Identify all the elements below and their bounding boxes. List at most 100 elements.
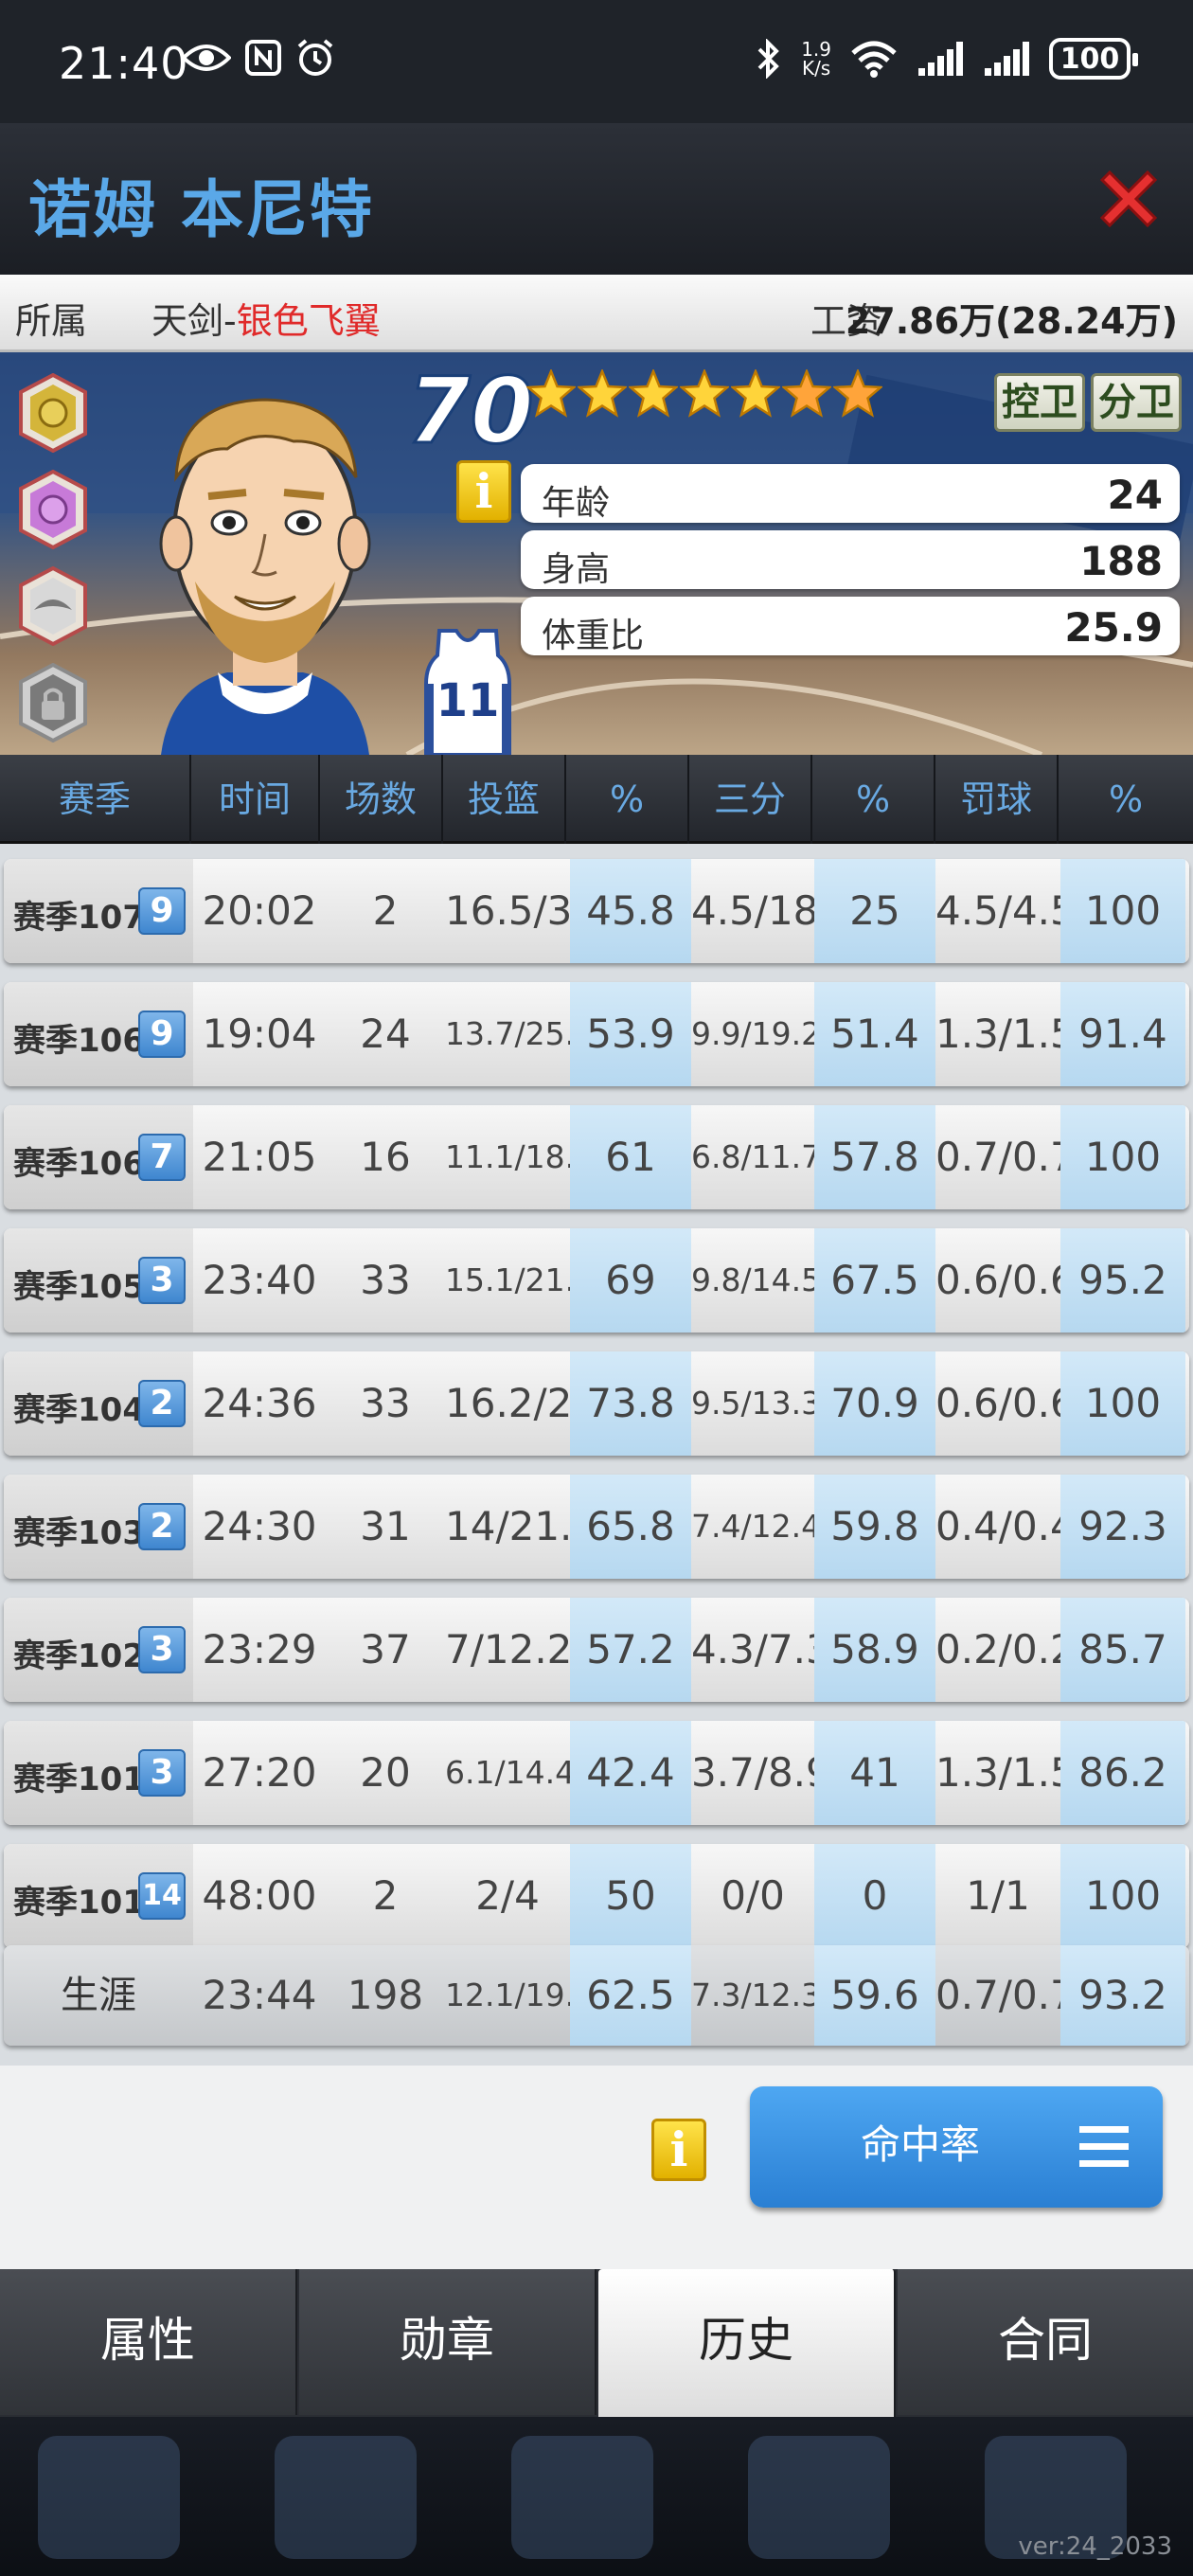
season-label: 赛季101 bbox=[13, 1761, 145, 1798]
star-icon bbox=[526, 369, 576, 418]
season-label: 赛季103 bbox=[13, 1514, 145, 1552]
cell-ft-pct: 85.7 bbox=[1078, 1626, 1167, 1673]
cell-time: 27:20 bbox=[202, 1749, 317, 1796]
jersey-number: 11 bbox=[436, 674, 500, 727]
cell-fg: 2/4 bbox=[475, 1872, 540, 1919]
season-number-badge: 14 bbox=[138, 1872, 186, 1920]
star-icon bbox=[782, 369, 831, 418]
tab-attributes[interactable]: 属性 bbox=[0, 2269, 297, 2415]
table-row[interactable]: 赛季105 3 23:40 33 15.1/21.9 69 9.8/14.5 67.5 0.6/… bbox=[4, 1228, 1189, 1333]
info-icon: i bbox=[474, 463, 493, 519]
cell-fg-pct: 50 bbox=[605, 1872, 656, 1919]
alarm-icon bbox=[295, 38, 335, 78]
cell-time: 23:44 bbox=[202, 1972, 317, 2018]
cell-time: 20:02 bbox=[202, 887, 317, 934]
tab-badges[interactable]: 勋章 bbox=[299, 2269, 596, 2415]
cell-three: 7.4/12.4 bbox=[691, 1508, 822, 1545]
cell-time: 19:04 bbox=[202, 1011, 317, 1057]
table-row[interactable]: 赛季102 3 23:29 37 7/12.2 57.2 4.3/7.3 58.9 0.2/0.… bbox=[4, 1598, 1189, 1702]
position-tags: 控卫 分卫 bbox=[994, 373, 1182, 432]
cell-games: 37 bbox=[360, 1626, 411, 1673]
team-highlight: 银色飞翼 bbox=[236, 300, 381, 342]
attributes-info-button[interactable]: i bbox=[456, 460, 511, 523]
cell-fg: 16.2/22 bbox=[445, 1380, 598, 1426]
season-label: 赛季104 bbox=[13, 1391, 145, 1429]
table-row[interactable]: 赛季106 7 21:05 16 11.1/18.3 61 6.8/11.7 57.8 0.7/… bbox=[4, 1105, 1189, 1209]
column-header-ft[interactable]: 罚球 bbox=[935, 755, 1059, 844]
season-number-badge: 3 bbox=[138, 1626, 186, 1673]
bluetooth-icon bbox=[756, 39, 782, 79]
cell-fg-pct: 69 bbox=[605, 1257, 656, 1303]
star-icon bbox=[629, 369, 678, 418]
column-header-games[interactable]: 场数 bbox=[320, 755, 443, 844]
badge-purple-icon[interactable] bbox=[19, 469, 87, 550]
cell-games: 198 bbox=[347, 1972, 424, 2018]
cell-three-pct: 51.4 bbox=[830, 1011, 919, 1057]
nav-blur-item bbox=[275, 2436, 417, 2559]
attr-label: 身高 bbox=[542, 550, 611, 589]
cell-fg: 7/12.2 bbox=[445, 1626, 573, 1673]
season-label: 赛季107 bbox=[13, 899, 145, 937]
cell-ft: 0.6/0.6 bbox=[935, 1380, 1076, 1426]
status-icons-left bbox=[182, 38, 335, 78]
cell-three: 4.3/7.3 bbox=[691, 1626, 831, 1673]
table-row[interactable]: 赛季107 9 20:02 2 16.5/36 45.8 4.5/18 25 4.5/4.5 10… bbox=[4, 859, 1189, 963]
cell-ft: 1.3/1.5 bbox=[935, 1011, 1076, 1057]
table-row[interactable]: 赛季101 3 27:20 20 6.1/14.4 42.4 3.7/8.9 41 1.3/1.… bbox=[4, 1721, 1189, 1825]
cell-three: 0/0 bbox=[721, 1872, 785, 1919]
cell-fg: 12.1/19.3 bbox=[445, 1977, 596, 2013]
cell-time: 48:00 bbox=[202, 1872, 317, 1919]
season-label: 赛季105 bbox=[13, 1268, 145, 1306]
career-label: 生涯 bbox=[61, 1974, 136, 2017]
attr-label: 体重比 bbox=[542, 617, 645, 655]
stats-info-button[interactable]: i bbox=[651, 2119, 706, 2181]
cell-three-pct: 57.8 bbox=[830, 1134, 919, 1180]
attr-row-height: 身高 188 bbox=[521, 530, 1180, 589]
tab-history[interactable]: 历史 bbox=[598, 2269, 896, 2419]
column-header-three-pct[interactable]: % bbox=[812, 755, 935, 844]
sort-mode-label: 命中率 bbox=[860, 2121, 980, 2168]
cell-time: 24:30 bbox=[202, 1503, 317, 1549]
team-bar: 所属 天剑-银色飞翼 工资 27.86万(28.24万) bbox=[0, 275, 1193, 352]
cell-games: 33 bbox=[360, 1257, 411, 1303]
cell-ft: 0.6/0.6 bbox=[935, 1257, 1076, 1303]
badge-locked-icon[interactable] bbox=[19, 662, 87, 743]
background-nav: ver:24_2033 bbox=[0, 2417, 1193, 2576]
cell-ft: 0.7/0.7 bbox=[935, 1134, 1076, 1180]
column-header-season[interactable]: 赛季 bbox=[0, 755, 191, 844]
column-header-three[interactable]: 三分 bbox=[689, 755, 812, 844]
season-number-badge: 3 bbox=[138, 1257, 186, 1304]
cell-ft: 0.2/0.2 bbox=[935, 1626, 1076, 1673]
tab-contract[interactable]: 合同 bbox=[898, 2269, 1193, 2415]
season-number-badge: 9 bbox=[138, 887, 186, 935]
table-row[interactable]: 赛季106 9 19:04 24 13.7/25.4 53.9 9.9/19.2 51.4 1.… bbox=[4, 982, 1189, 1086]
cell-games: 16 bbox=[360, 1134, 411, 1180]
player-tabs: 属性 勋章 历史 合同 bbox=[0, 2269, 1193, 2419]
cell-three-pct: 59.6 bbox=[830, 1972, 919, 2018]
battery-indicator: 100 bbox=[1049, 38, 1138, 80]
season-label: 赛季106 bbox=[13, 1022, 145, 1060]
column-header-fg-pct[interactable]: % bbox=[566, 755, 689, 844]
cell-fg: 14/21.3 bbox=[445, 1503, 598, 1549]
column-header-time[interactable]: 时间 bbox=[191, 755, 320, 844]
close-button[interactable] bbox=[1093, 163, 1165, 235]
position-tag-pg: 控卫 bbox=[994, 373, 1085, 432]
star-icon bbox=[578, 369, 627, 418]
cell-fg: 13.7/25.4 bbox=[445, 1015, 596, 1052]
cell-ft-pct: 100 bbox=[1084, 1872, 1162, 1919]
badge-gold-icon[interactable] bbox=[19, 372, 87, 454]
table-row[interactable]: 赛季104 2 24:36 33 16.2/22 73.8 9.5/13.3 70.9 0.6/… bbox=[4, 1351, 1189, 1456]
sort-mode-button[interactable]: 命中率 bbox=[750, 2086, 1163, 2208]
column-header-ft-pct[interactable]: % bbox=[1059, 755, 1193, 844]
table-row[interactable]: 赛季101 14 48:00 2 2/4 50 0/0 0 1/1 100 bbox=[4, 1844, 1189, 1948]
cell-ft: 0.4/0.4 bbox=[935, 1503, 1076, 1549]
season-number-badge: 7 bbox=[138, 1134, 186, 1181]
stats-table-body[interactable]: 赛季107 9 20:02 2 16.5/36 45.8 4.5/18 25 4.5/4.5 10… bbox=[0, 844, 1193, 2066]
cell-three-pct: 67.5 bbox=[830, 1257, 919, 1303]
position-tag-sg: 分卫 bbox=[1091, 373, 1182, 432]
cell-fg-pct: 62.5 bbox=[586, 1972, 675, 2018]
column-header-fg[interactable]: 投篮 bbox=[443, 755, 566, 844]
status-time: 21:40 bbox=[59, 38, 189, 89]
badge-wings-icon[interactable] bbox=[19, 565, 87, 647]
table-row[interactable]: 赛季103 2 24:30 31 14/21.3 65.8 7.4/12.4 59.8 0.4/… bbox=[4, 1475, 1189, 1579]
